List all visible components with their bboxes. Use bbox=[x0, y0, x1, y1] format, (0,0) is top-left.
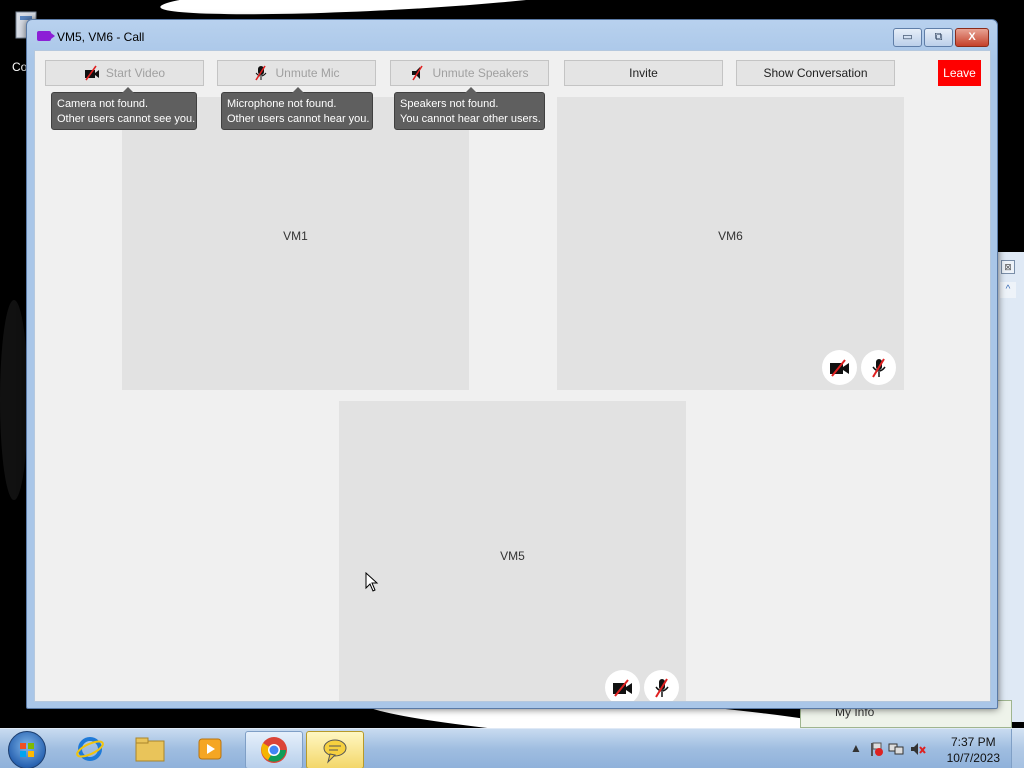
internet-explorer-icon bbox=[76, 737, 104, 761]
wallpaper-swirl bbox=[0, 300, 28, 500]
close-button[interactable]: X bbox=[955, 28, 989, 47]
invite-button[interactable]: Invite bbox=[564, 60, 723, 86]
taskbar-chrome[interactable] bbox=[245, 731, 303, 768]
speaker-off-icon bbox=[410, 65, 426, 81]
volume-muted-icon[interactable] bbox=[910, 741, 926, 757]
participant-name: VM6 bbox=[718, 229, 743, 243]
mouse-cursor-icon bbox=[365, 571, 379, 597]
network-icon[interactable] bbox=[888, 741, 904, 757]
call-window: VM5, VM6 - Call ▭ ⧉ X Start Video Unmute… bbox=[26, 19, 998, 709]
show-hidden-icons-icon[interactable]: ▲ bbox=[848, 741, 864, 757]
participant-name: VM5 bbox=[500, 549, 525, 563]
tooltip-line: Microphone not found. bbox=[227, 98, 337, 110]
tooltip-line: Other users cannot hear you. bbox=[227, 113, 370, 125]
close-icon[interactable]: ⊠ bbox=[1001, 260, 1015, 274]
tooltip-line: You cannot hear other users. bbox=[400, 113, 541, 125]
taskbar-windows-explorer[interactable] bbox=[122, 731, 178, 767]
unmute-mic-button[interactable]: Unmute Mic bbox=[217, 60, 376, 86]
participant-tile[interactable]: VM1 bbox=[122, 97, 469, 390]
unmute-speakers-button[interactable]: Unmute Speakers bbox=[390, 60, 549, 86]
participant-status bbox=[822, 350, 896, 385]
window-title: VM5, VM6 - Call bbox=[57, 30, 145, 44]
system-tray: ▲ 7:37 PM 10/7/2023 bbox=[844, 729, 1024, 768]
speakers-tooltip: Speakers not found. You cannot hear othe… bbox=[394, 87, 545, 130]
participant-status bbox=[605, 670, 679, 701]
leave-button[interactable]: Leave bbox=[938, 60, 981, 86]
folder-icon bbox=[135, 737, 165, 762]
taskbar-media-player[interactable] bbox=[182, 731, 238, 767]
start-video-button[interactable]: Start Video bbox=[45, 60, 204, 86]
camera-off-icon bbox=[84, 65, 100, 81]
camera-off-icon bbox=[822, 350, 857, 385]
participant-tile[interactable]: VM6 bbox=[557, 97, 904, 390]
tooltip-line: Camera not found. bbox=[57, 98, 149, 110]
chat-bubble-icon bbox=[323, 739, 347, 764]
mic-tooltip: Microphone not found. Other users cannot… bbox=[221, 87, 373, 130]
clock-date: 10/7/2023 bbox=[946, 751, 1000, 765]
background-window[interactable]: ⊠ ^ bbox=[997, 252, 1024, 722]
mic-off-icon bbox=[861, 350, 896, 385]
caption-buttons: ▭ ⧉ X bbox=[891, 28, 989, 47]
call-toolbar: Start Video Unmute Mic Unmute Speakers I… bbox=[35, 51, 990, 95]
start-button[interactable] bbox=[8, 731, 46, 768]
video-call-icon bbox=[37, 31, 55, 41]
mic-off-icon bbox=[644, 670, 679, 701]
mic-off-icon bbox=[253, 65, 269, 81]
tooltip-line: Other users cannot see you. bbox=[57, 113, 196, 125]
show-desktop-button[interactable] bbox=[1011, 729, 1024, 768]
tooltip-line: Speakers not found. bbox=[400, 98, 499, 110]
unmute-speakers-label: Unmute Speakers bbox=[432, 66, 529, 80]
call-area: Start Video Unmute Mic Unmute Speakers I… bbox=[34, 50, 991, 702]
action-center-icon[interactable] bbox=[868, 741, 884, 757]
clock-time: 7:37 PM bbox=[950, 735, 996, 749]
scroll-up-icon[interactable]: ^ bbox=[1000, 282, 1016, 298]
windows-logo-icon bbox=[20, 743, 34, 757]
minimize-button[interactable]: ▭ bbox=[893, 28, 922, 47]
unmute-mic-label: Unmute Mic bbox=[275, 66, 340, 80]
start-video-label: Start Video bbox=[105, 66, 166, 80]
maximize-button[interactable]: ⧉ bbox=[924, 28, 953, 47]
taskbar: ▲ 7:37 PM 10/7/2023 bbox=[0, 728, 1024, 768]
clock[interactable]: 7:37 PM 10/7/2023 bbox=[947, 734, 1000, 766]
participant-name: VM1 bbox=[283, 229, 308, 243]
camera-tooltip: Camera not found. Other users cannot see… bbox=[51, 87, 197, 130]
show-conversation-button[interactable]: Show Conversation bbox=[736, 60, 895, 86]
taskbar-internet-explorer[interactable] bbox=[62, 731, 118, 767]
taskbar-chat-app[interactable] bbox=[306, 731, 364, 768]
participant-tile[interactable]: VM5 bbox=[339, 401, 686, 701]
camera-off-icon bbox=[605, 670, 640, 701]
chrome-icon bbox=[261, 737, 287, 763]
media-player-icon bbox=[198, 738, 222, 760]
desktop: Co ⊠ ^ My Info VM5, VM6 - Call ▭ ⧉ X Sta… bbox=[0, 0, 1024, 768]
